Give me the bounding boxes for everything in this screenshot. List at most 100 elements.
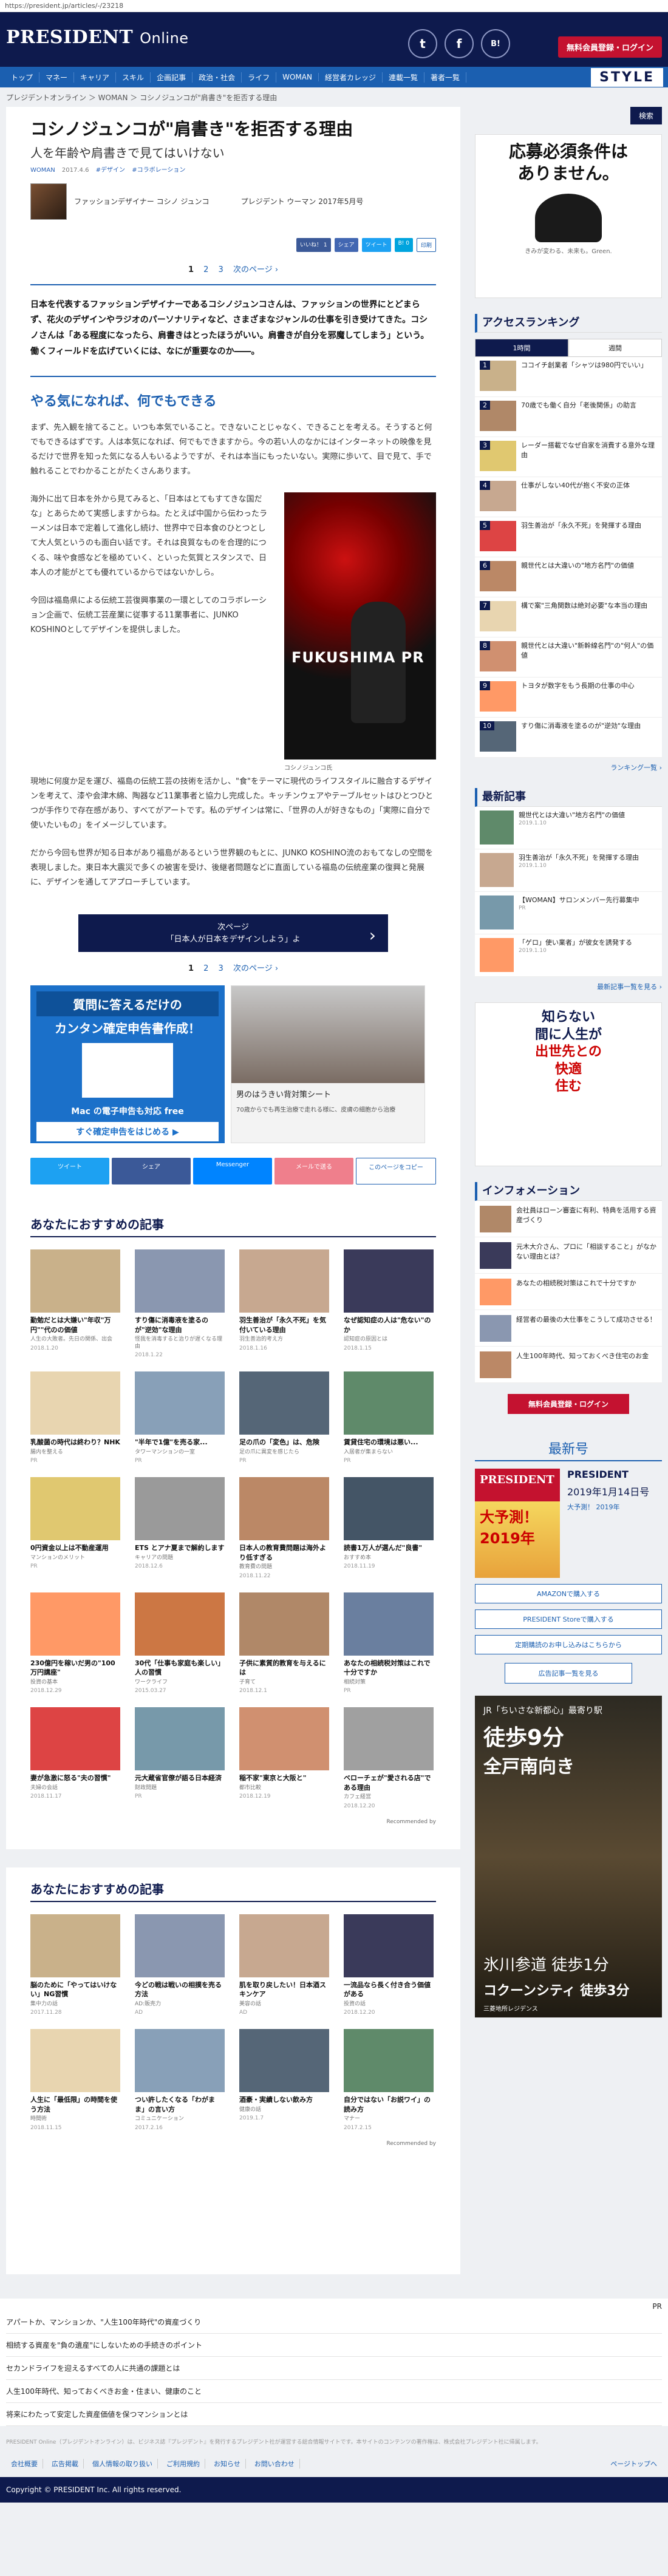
rec-card[interactable]: 脳のために「やってはいけない」NG習慣 集中力の話 2017.11.28 [30,1914,120,2016]
footer-link[interactable]: 会社概要 [6,2459,43,2469]
breadcrumb[interactable]: プレジデントオンライン ＞ WOMAN ＞ コシノジュンコが"肩書き"を拒否する… [0,87,668,107]
ranking-item[interactable]: 10 すり傷に消毒液を塗るのが"逆効"な理由 [475,718,662,758]
ad-tax[interactable]: 質問に答えるだけの カンタン確定申告書作成！ Mac の電子申告も対応 free… [30,985,225,1144]
rec-card[interactable]: 230億円を稼いだ男の"100万円講座" 投資の基本 2018.12.29 [30,1592,120,1694]
page-top-link[interactable]: ページトップへ [605,2459,662,2469]
rec-card[interactable]: 酒豪・実績しない飲み方 健康の話 2019.1.7 [239,2029,329,2130]
subscribe-button[interactable]: 定期購読のお申し込みはこちらから [475,1635,662,1654]
magazine-cover[interactable]: PRESIDENT 大予測！2019年 [475,1469,560,1578]
new-item[interactable]: 【WOMAN】サロンメンバー先行募集中 PR [475,892,662,934]
rec-card[interactable]: "半年で1億"を売る家... タワーマンションの一室 PR [135,1371,225,1464]
magazine-link[interactable]: 大予測！ 2019年 [567,1502,649,1512]
rec-card[interactable]: 足の爪の「変色」は、危険 足の爪に異変を感じたら PR [239,1371,329,1464]
new-item[interactable]: 親世代とは大違い"地方名門"の価値 2019.1.10 [475,807,662,849]
ranking-item[interactable]: 9 トヨタが数字をもう長期の仕事の中心 [475,678,662,718]
next-page-link[interactable]: 次のページ › [233,265,278,274]
search-button[interactable]: 検索 [630,107,662,124]
footer-link[interactable]: お知らせ [209,2459,246,2469]
new-item[interactable]: 「ゲロ」使い業者」が彼女を誘発する 2019.1.10 [475,934,662,977]
ranking-item[interactable]: 6 親世代とは大違いの"地方名門"の価値 [475,557,662,597]
ad-button[interactable]: すぐ確定申告をはじめる ▶ [36,1122,219,1142]
next-page-button[interactable]: 次ページ 「日本人が日本をデザインしよう」よ [78,914,388,953]
article-photo[interactable]: FUKUSHIMA PR [284,492,436,760]
rec-card[interactable]: 元大蔵省官僚が語る日本経済 財政問題 PR [135,1707,225,1809]
ranking-item[interactable]: 2 70歳でも働く自分「老後関係」の助言 [475,397,662,437]
messenger-button[interactable]: Messenger [193,1158,272,1185]
new-item[interactable]: 羽生善治が「永久不死」を発揮する理由 2019.1.10 [475,849,662,892]
side-ad-2[interactable]: 知らない 間に人生が 出世先との 快適 住む [475,1002,662,1166]
ranking-item[interactable]: 8 親世代とは大違い"新幹線名門"の"何人"の価値 [475,637,662,678]
rec-card[interactable]: 一流品なら長く付き合う価値がある 投資の話 2018.12.20 [344,1914,434,2016]
rec-card[interactable]: 人生に「最低限」の時間を使う方法 時間術 2018.11.15 [30,2029,120,2131]
rec-card[interactable]: 読書1万人が選んだ"良書" おすすめ本 2018.11.19 [344,1477,434,1579]
nav-item[interactable]: マネー [39,72,75,83]
rec-card[interactable]: 今どの戦は戦いの相撲を売る方法 AD:販売力 AD [135,1914,225,2016]
tab-week[interactable]: 週間 [568,339,662,357]
ad-list-button[interactable]: 広告記事一覧を見る [505,1663,632,1684]
info-item[interactable]: あなたの相続税対策はこれで十分ですか [475,1274,662,1310]
next-page-link[interactable]: 次のページ › [233,964,278,973]
info-item[interactable]: 人生100年時代、知っておくべき住宅のお金 [475,1347,662,1383]
copy-button[interactable]: このページをコピー [356,1158,436,1185]
rec-card[interactable]: なぜ認知症の人は"危ない"のか 認知症の原因とは 2018.1.15 [344,1249,434,1358]
rec-card[interactable]: あなたの相続税対策はこれで十分ですか 相続対策 PR [344,1592,434,1694]
pr-link[interactable]: 人生100年時代、知っておくべきお金・住まい、健康のこと [6,2380,662,2403]
ranking-more-link[interactable]: ランキング一覧 › [475,763,662,772]
nav-item[interactable]: 経営者カレッジ [319,72,383,83]
mail-button[interactable]: メールで送る [274,1158,353,1185]
share-button[interactable]: シェア [334,237,358,252]
style-logo[interactable]: STYLE [591,67,663,87]
rec-card[interactable]: 稲不家"東京と大阪と" 都市比較 2018.12.19 [239,1707,329,1809]
info-item[interactable]: 会社員はローン審査に有利、特典を活用する資産づくり [475,1201,662,1237]
rec-card[interactable]: 羽生善治が「永久不死」を気付いている理由 羽生善治的考え方 2018.1.16 [239,1249,329,1358]
rec-card[interactable]: つい許したくなる「わがまま」の言い方 コミュニケーション 2017.2.16 [135,2029,225,2131]
pr-link[interactable]: アパートか、マンションか、"人生100年時代"の資産づくり [6,2311,662,2334]
rec-card[interactable]: 日本人の教育費問題は海外より低すぎる 教育費の問題 2018.11.22 [239,1477,329,1579]
page-link[interactable]: 3 [219,964,223,973]
rec-card[interactable]: すり傷に消毒液を塗るのが"逆効"な理由 怪我を消毒すると治りが遅くなる理由 2018… [135,1249,225,1358]
side-ad[interactable]: 応募必須条件は ありません。 きみが変わる、未来も。Green. [475,134,662,298]
rec-card[interactable]: 乳酸菌の時代は終わり？NHK 腸内を整える PR [30,1371,120,1464]
hatena-button[interactable]: B! 0 [394,237,413,252]
ranking-item[interactable]: 5 羽生善治が「永久不死」を発揮する理由 [475,517,662,557]
rec-card[interactable]: 30代「仕事も家庭も楽しい」人の習慣 ワークライフ 2015.03.27 [135,1592,225,1694]
nav-item[interactable]: 連載一覧 [383,72,424,83]
rec-card[interactable]: 自分ではない「お説ワイ」の読み方 マナー 2017.2.15 [344,2029,434,2131]
ranking-item[interactable]: 1 ココイチ創業者「シャツは980円でいい」 [475,357,662,397]
pr-link[interactable]: 将来にわたって安定した資産価値を保つマンションとは [6,2403,662,2426]
footer-link[interactable]: 広告掲載 [47,2459,84,2469]
page-link[interactable]: 2 [203,265,208,274]
nav-item[interactable]: ライフ [242,72,277,83]
hatena-icon[interactable]: B! [481,29,510,58]
info-item[interactable]: 経営者の最後の大仕事をこうして成功させる！ [475,1310,662,1347]
rec-card[interactable]: 妻が急激に怒る"夫の習慣" 夫婦の会話 2018.11.17 [30,1707,120,1809]
tag[interactable]: WOMAN [30,167,55,174]
ranking-item[interactable]: 3 レーダー搭載でなぜ自家を消費する意外な理由 [475,437,662,477]
nav-item[interactable]: WOMAN [276,73,319,81]
like-button[interactable]: いいね！ 1 [296,237,331,252]
ranking-item[interactable]: 4 仕事がしない40代が抱く不安の正体 [475,477,662,517]
rec-card[interactable]: 賃貸住宅の環境は悪い... 入居者が集まらない PR [344,1371,434,1464]
author-name[interactable]: ファッションデザイナー コシノ ジュンコ [74,196,210,206]
site-logo[interactable]: PRESIDENT Online [6,27,189,48]
real-estate-ad[interactable]: JR「ちいさな新都心」最寄り駅 徒歩9分 全戸南向き 氷川参道 徒歩1分 コクー… [475,1696,662,2017]
twitter-icon[interactable]: t [408,29,437,58]
tag[interactable]: #コラボレーション [132,167,185,174]
nav-item[interactable]: キャリア [74,72,117,83]
nav-item[interactable]: 政治・社会 [193,72,242,83]
nav-item[interactable]: 企画記事 [151,72,193,83]
buy-amazon-button[interactable]: AMAZONで購入する [475,1584,662,1603]
pr-link[interactable]: セカンドライフを迎えるすべての人に共通の課題とは [6,2357,662,2380]
url-bar[interactable]: https://president.jp/articles/-/23218 [0,0,668,12]
nav-item[interactable]: トップ [5,72,40,83]
footer-link[interactable]: ご利用規約 [162,2459,205,2469]
pr-link[interactable]: 相続する資産を"負の遺産"にしないための手続きのポイント [6,2334,662,2357]
ranking-item[interactable]: 7 構で案"三角関数は絶対必要"な本当の理由 [475,597,662,637]
tweet-button[interactable]: ツイート [361,237,391,252]
tweet-big-button[interactable]: ツイート [30,1158,109,1185]
login-button[interactable]: 無料会員登録・ログイン [557,36,662,58]
footer-link[interactable]: お問い合わせ [250,2459,300,2469]
page-link[interactable]: 3 [219,265,223,274]
tab-hour[interactable]: 1時間 [475,339,568,357]
rec-card[interactable]: ベローチェが"愛される店"である理由 カフェ経営 2018.12.20 [344,1707,434,1809]
